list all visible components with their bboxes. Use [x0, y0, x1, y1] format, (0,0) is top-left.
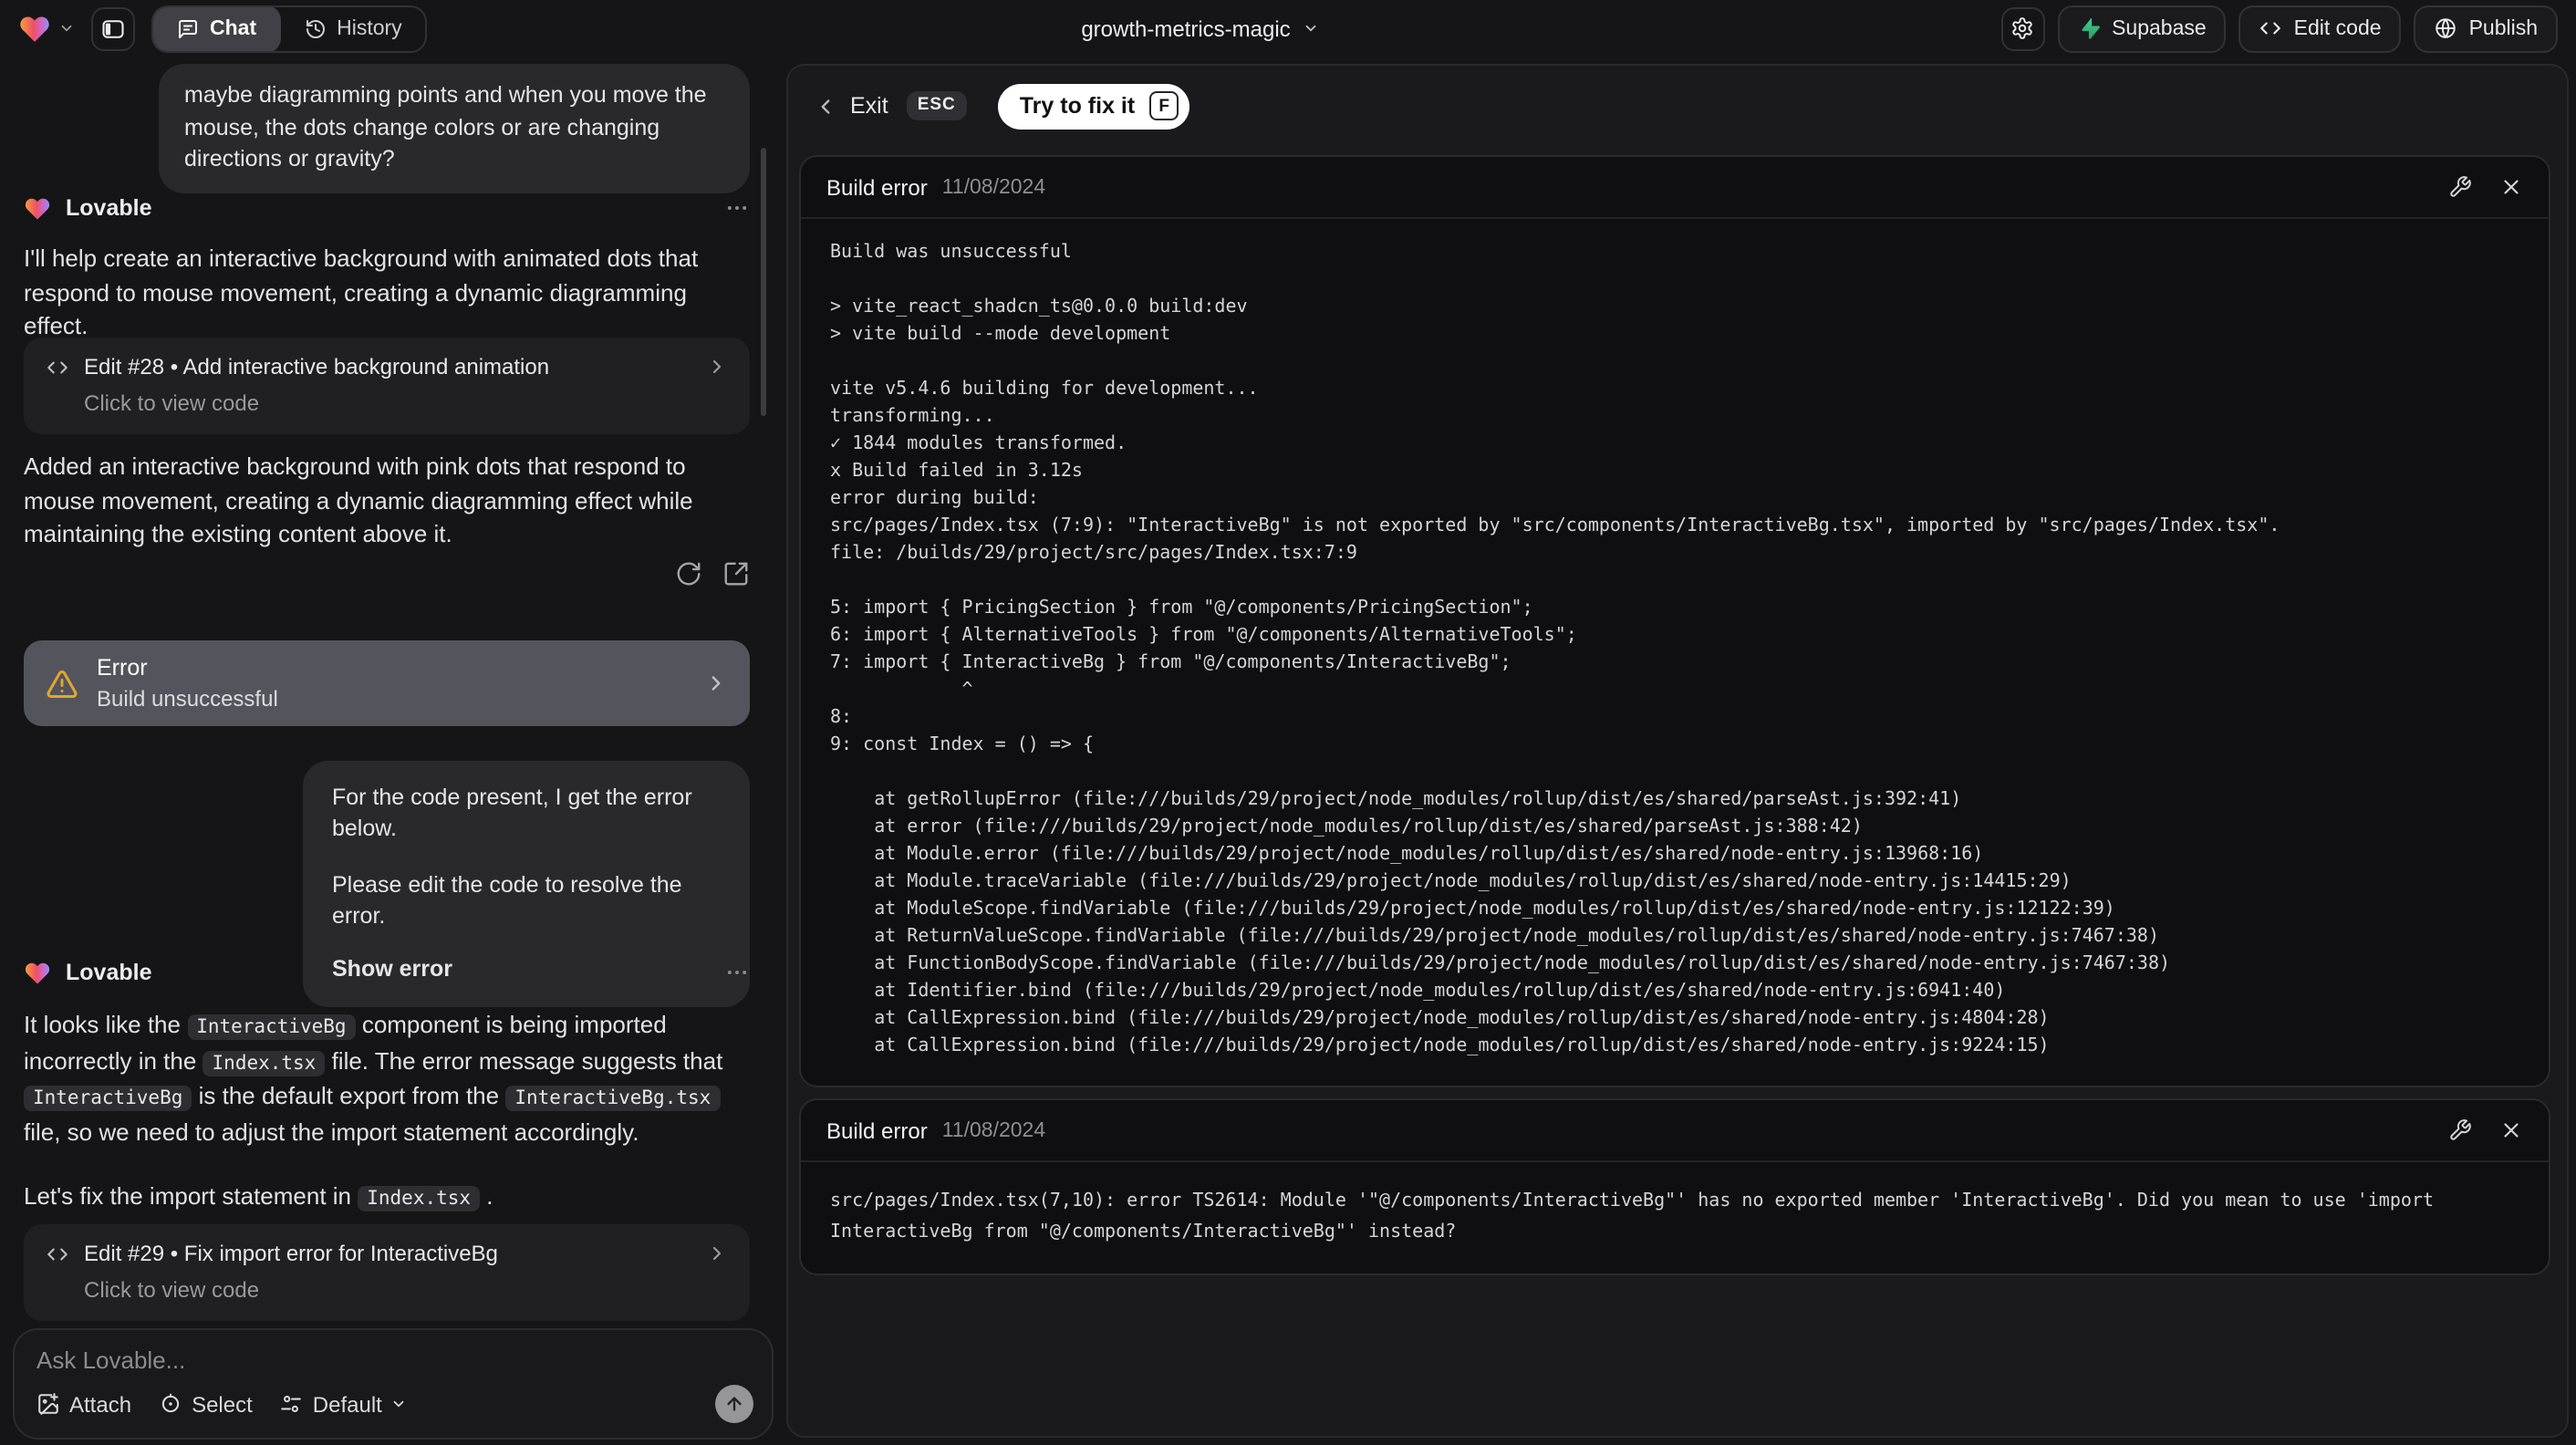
build-error-card-1-header: Build error 11/08/2024	[801, 157, 2549, 219]
lovable-app: Chat History growth-metrics-magic Supaba…	[0, 0, 2576, 1445]
fix-wrench-icon[interactable]	[2448, 1118, 2472, 1142]
build-error-title: Build error	[826, 174, 928, 200]
send-button[interactable]	[715, 1385, 753, 1423]
select-target-icon	[161, 1393, 180, 1413]
inline-code: InteractiveBg.tsx	[505, 1086, 721, 1111]
attach-label: Attach	[69, 1391, 132, 1417]
edit-card-29-subtitle: Click to view code	[84, 1277, 260, 1303]
assistant-intro-text: I'll help create an interactive backgrou…	[24, 244, 699, 339]
more-options-icon[interactable]	[724, 960, 750, 985]
mode-dropdown[interactable]: Default	[280, 1391, 408, 1417]
attach-button[interactable]: Attach	[36, 1391, 131, 1417]
edit-card-28-title: Edit #28 • Add interactive background an…	[84, 354, 550, 379]
chevron-right-icon	[712, 676, 721, 691]
edit-card-28[interactable]: Edit #28 • Add interactive background an…	[24, 338, 750, 434]
preview-header: Exit ESC Try to fix it F	[814, 82, 2541, 130]
preview-panel: Exit ESC Try to fix it F Build error 11/…	[786, 64, 2569, 1438]
publish-label: Publish	[2468, 17, 2538, 39]
chevron-down-icon	[394, 1400, 405, 1408]
text-part: is the default export from the	[192, 1082, 506, 1109]
chat-composer: Attach Select Default	[13, 1328, 774, 1440]
inline-code: InteractiveBg	[187, 1014, 356, 1040]
esc-key-badge: ESC	[906, 91, 967, 120]
try-to-fix-label: Try to fix it	[1019, 93, 1136, 119]
error-banner-texts: Error Build unsuccessful	[97, 655, 278, 712]
edit-card-29-row: Edit #29 • Fix import error for Interact…	[46, 1241, 728, 1266]
assistant-fix-line2: Let's fix the import statement in Index.…	[24, 1180, 750, 1216]
chevron-right-icon	[712, 359, 722, 374]
globe-icon	[2436, 18, 2457, 38]
close-icon[interactable]	[2499, 1118, 2523, 1142]
text-part: Let's fix the import statement in	[24, 1182, 358, 1210]
restore-version-icon[interactable]	[675, 560, 702, 587]
user-message: maybe diagramming points and when you mo…	[159, 64, 750, 192]
error-banner-title: Error	[97, 655, 148, 681]
inline-code: Index.tsx	[358, 1186, 481, 1211]
build-error-date: 11/08/2024	[941, 176, 1046, 198]
build-error-card-actions	[2448, 1118, 2523, 1142]
open-preview-icon[interactable]	[722, 560, 750, 587]
assistant-name: Lovable	[66, 195, 152, 221]
text-part: It looks like the	[24, 1011, 188, 1038]
build-error-banner[interactable]: Error Build unsuccessful	[24, 640, 750, 726]
build-error-card-2: Build error 11/08/2024 src/pages/Index.t…	[799, 1098, 2550, 1275]
error-banner-subtitle: Build unsuccessful	[97, 686, 278, 712]
project-switcher[interactable]: growth-metrics-magic	[0, 0, 2401, 57]
exit-button[interactable]: Exit	[850, 93, 888, 119]
chat-scrollbar-thumb[interactable]	[761, 148, 766, 416]
edit-card-29-title: Edit #29 • Fix import error for Interact…	[84, 1241, 498, 1266]
chevron-right-icon	[712, 1246, 722, 1261]
user-message-line-2: Please edit the code to resolve the erro…	[332, 872, 682, 929]
assistant-summary-text: Added an interactive background with pin…	[24, 452, 693, 547]
assistant-fix-text: It looks like the InteractiveBg componen…	[24, 1009, 750, 1149]
code-icon	[47, 360, 68, 373]
close-icon[interactable]	[2499, 175, 2523, 199]
arrow-up-icon	[727, 1397, 742, 1411]
chevron-down-icon	[1306, 25, 1317, 32]
mode-label: Default	[312, 1391, 382, 1417]
top-bar: Chat History growth-metrics-magic Supaba…	[0, 0, 2576, 57]
build-error-title: Build error	[826, 1118, 928, 1143]
inline-code: InteractiveBg	[24, 1086, 192, 1111]
select-element-button[interactable]: Select	[159, 1391, 253, 1417]
attach-image-icon	[38, 1393, 58, 1415]
edit-card-28-subtitle: Click to view code	[84, 390, 260, 416]
build-error-console-output: Build was unsuccessful > vite_react_shad…	[830, 243, 2280, 1056]
warning-triangle-icon	[47, 670, 78, 698]
build-error-console-output: src/pages/Index.tsx(7,10): error TS2614:…	[830, 1191, 2446, 1242]
try-to-fix-button[interactable]: Try to fix it F	[997, 83, 1190, 129]
text-part: file. The error message suggests that	[325, 1046, 723, 1074]
build-error-card-actions	[2448, 175, 2523, 199]
select-label: Select	[192, 1391, 253, 1417]
text-part: file, so we need to adjust the import st…	[24, 1118, 639, 1145]
assistant-message-header: Lovable	[24, 958, 750, 987]
edit-card-28-row: Edit #28 • Add interactive background an…	[46, 354, 728, 379]
message-actions	[24, 560, 750, 587]
build-error-date: 11/08/2024	[941, 1119, 1046, 1141]
assistant-name: Lovable	[66, 960, 152, 985]
publish-button[interactable]: Publish	[2414, 5, 2558, 52]
sliders-icon	[282, 1395, 302, 1413]
fix-wrench-icon[interactable]	[2448, 175, 2472, 199]
chat-panel: maybe diagramming points and when you mo…	[0, 57, 788, 1445]
user-message-line-1: For the code present, I get the error be…	[332, 785, 692, 841]
user-message-text: maybe diagramming points and when you mo…	[184, 82, 707, 172]
text-part: .	[480, 1182, 493, 1210]
build-error-card-1: Build error 11/08/2024 Build was unsucce…	[799, 155, 2550, 1087]
chat-input[interactable]	[36, 1346, 750, 1383]
build-error-card-2-header: Build error 11/08/2024	[801, 1100, 2549, 1162]
lovable-heart-icon	[25, 962, 50, 983]
chevron-left-icon	[821, 99, 830, 113]
f-key-badge: F	[1149, 91, 1179, 120]
assistant-message-header: Lovable	[24, 193, 750, 223]
lovable-heart-icon	[25, 197, 50, 219]
composer-toolbar: Attach Select Default	[36, 1385, 753, 1423]
code-icon	[47, 1247, 68, 1260]
project-name: growth-metrics-magic	[1081, 16, 1291, 41]
inline-code: Index.tsx	[203, 1050, 326, 1076]
more-options-icon[interactable]	[724, 195, 750, 221]
edit-card-29[interactable]: Edit #29 • Fix import error for Interact…	[24, 1224, 750, 1321]
